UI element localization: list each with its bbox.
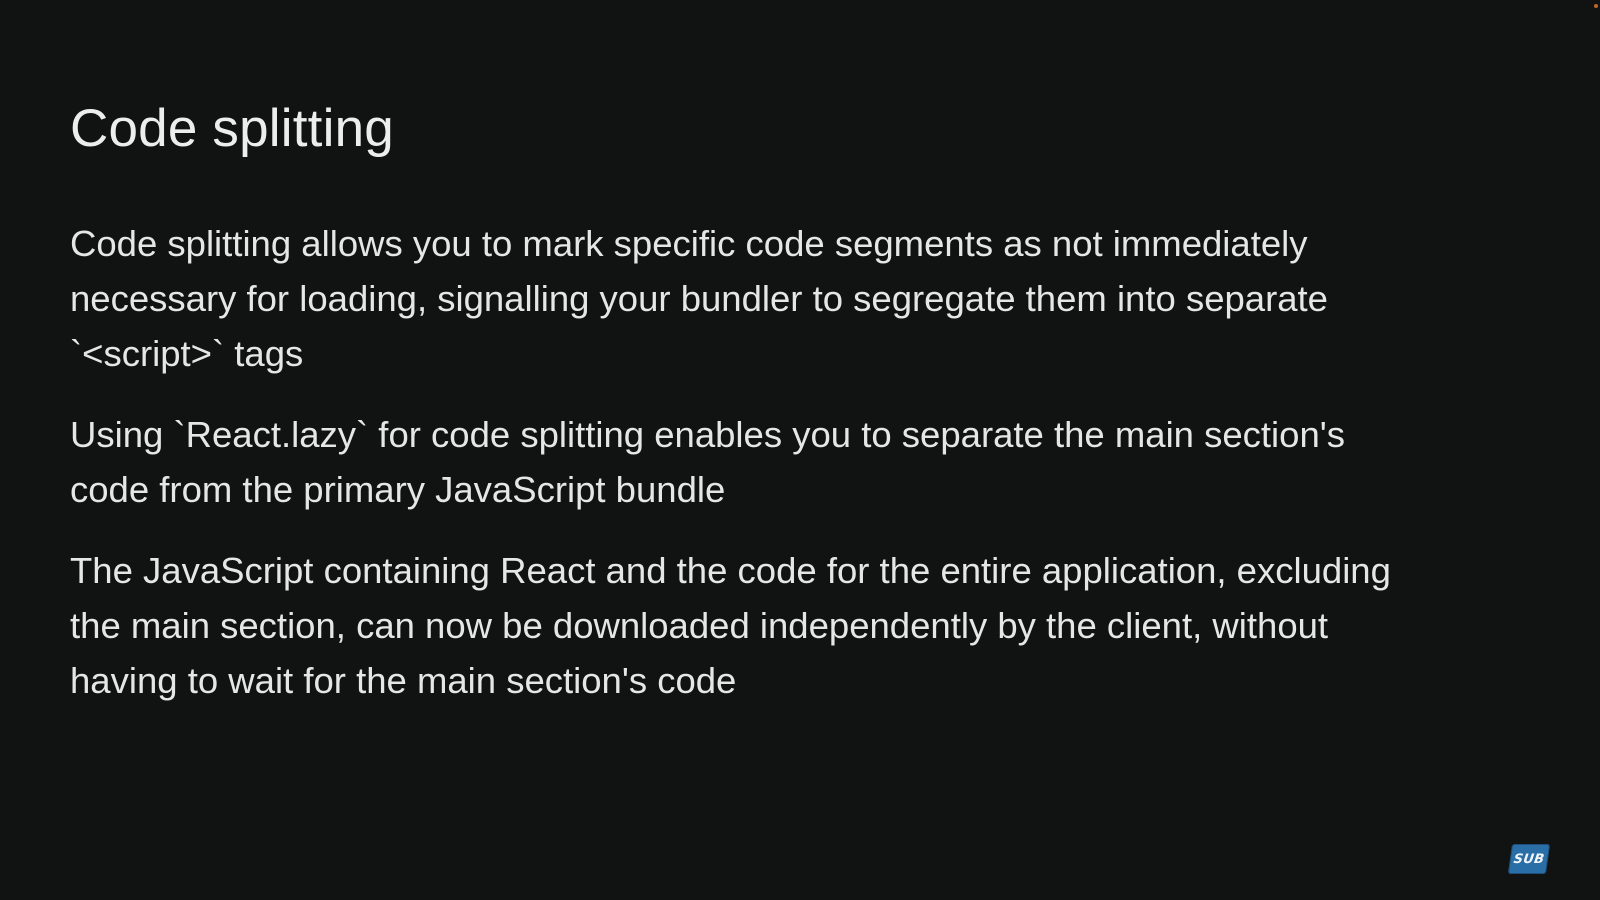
corner-indicator <box>1594 4 1598 8</box>
slide-body: Code splitting allows you to mark specif… <box>70 216 1550 734</box>
presentation-slide: Code splitting Code splitting allows you… <box>0 0 1600 900</box>
slide-title: Code splitting <box>70 99 394 158</box>
paragraph-react-lazy: Using `React.lazy` for code splitting en… <box>70 414 1345 510</box>
subscribe-badge-label: SUB <box>1512 851 1546 867</box>
subscribe-badge-icon[interactable]: SUB <box>1507 844 1551 874</box>
paragraph-independent-download: The JavaScript containing React and the … <box>70 550 1391 701</box>
paragraph-code-splitting-definition: Code splitting allows you to mark specif… <box>70 223 1328 374</box>
